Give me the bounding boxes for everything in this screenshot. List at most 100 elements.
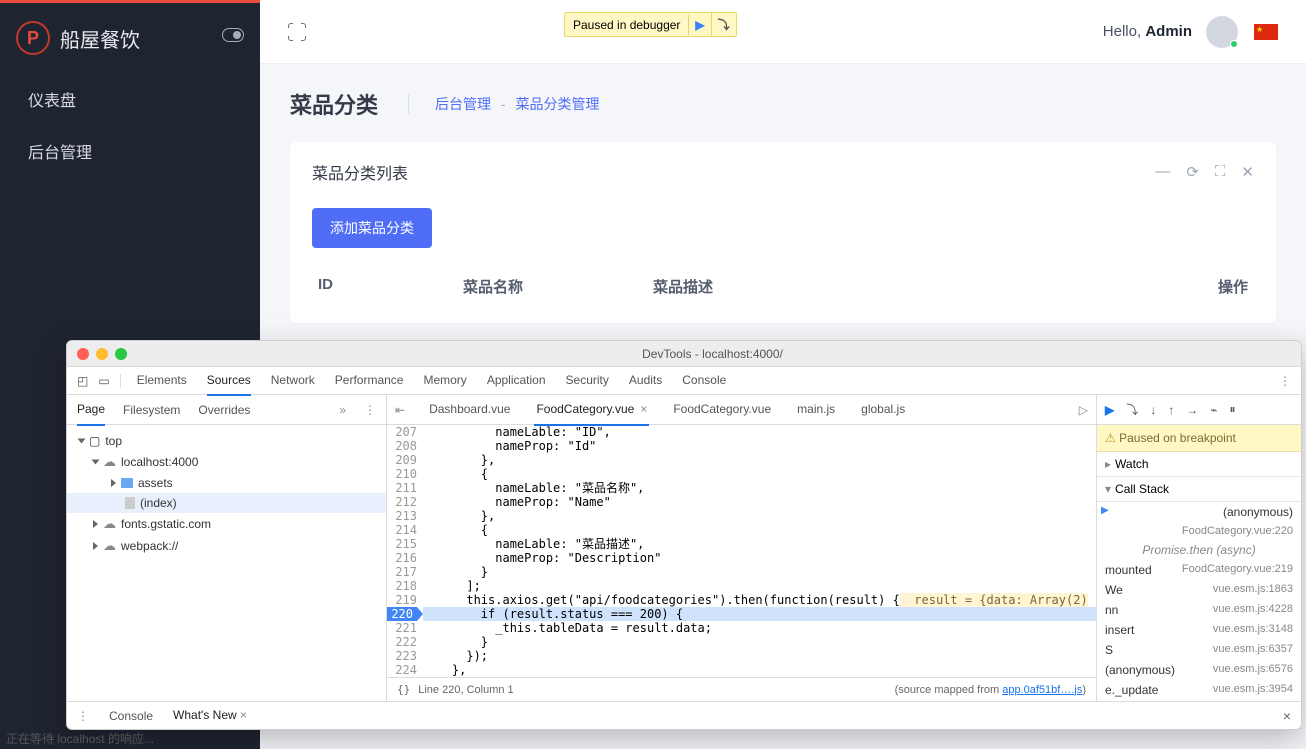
crumb-category[interactable]: 菜品分类管理 (515, 96, 599, 112)
avatar[interactable] (1206, 16, 1238, 48)
debugger-overlay: Paused in debugger ▶ ⤵ (564, 12, 737, 37)
pause-exceptions-icon[interactable]: ⏸ (1229, 402, 1235, 417)
debugger-panel: ▶ ⤵ ↓ ↑ → ⌁ ⏸ Paused on breakpoint ▸Watc… (1097, 395, 1301, 701)
navigator-more-icon[interactable]: » (339, 403, 346, 417)
page-header: 菜品分类 后台管理 - 菜品分类管理 (290, 88, 1276, 120)
paused-banner: Paused on breakpoint (1097, 425, 1301, 452)
app-main: Hello, Admin 菜品分类 后台管理 - 菜品分类管理 菜品分类列表 —… (260, 0, 1306, 340)
file-tree: ▢ top localhost:4000 assets (index) font… (67, 425, 386, 701)
stack-frame[interactable]: (anonymous)vue.esm.js:6576 (1097, 660, 1301, 680)
col-id: ID (318, 276, 333, 297)
tree-host[interactable]: localhost:4000 (67, 451, 386, 473)
step-over-icon[interactable]: ⤵ (1126, 401, 1138, 418)
step-out-icon[interactable]: ↑ (1168, 403, 1174, 417)
debugger-overlay-text: Paused in debugger (565, 15, 688, 35)
crumb-admin[interactable]: 后台管理 (435, 96, 491, 112)
file-tab[interactable]: Dashboard.vue (427, 395, 512, 426)
devtools-window: DevTools - localhost:4000/ ◰ ▭ Elements S… (66, 340, 1302, 730)
main-tab-network[interactable]: Network (271, 366, 315, 396)
stack-frame[interactable]: nnvue.esm.js:4228 (1097, 600, 1301, 620)
file-tab[interactable]: FoodCategory.vue (671, 395, 773, 426)
drawer-close-icon[interactable]: × (1283, 708, 1291, 724)
nav-admin[interactable]: 后台管理 (0, 125, 260, 177)
window-zoom-icon[interactable] (115, 348, 127, 360)
resume-icon[interactable]: ▶ (1105, 403, 1114, 417)
add-category-button[interactable]: 添加菜品分类 (312, 208, 432, 248)
hello-text: Hello, Admin (1103, 23, 1192, 40)
file-tab[interactable]: main.js (795, 395, 837, 426)
locale-flag[interactable] (1254, 24, 1278, 40)
source-map-link[interactable]: app.0af51bf….js (1002, 684, 1082, 696)
window-titlebar: DevTools - localhost:4000/ (67, 341, 1301, 367)
code-area[interactable]: 2072082092102112122132142152162172182192… (387, 425, 1096, 677)
nav-dashboard[interactable]: 仪表盘 (0, 73, 260, 125)
col-desc: 菜品描述 (653, 276, 713, 297)
navigator-panel: Page Filesystem Overrides » ⋮ ▢ top localh… (67, 395, 387, 701)
nav-subtab-filesystem[interactable]: Filesystem (123, 395, 180, 425)
window-title: DevTools - localhost:4000/ (134, 347, 1291, 361)
source-map-info: (source mapped from app.0af51bf….js) (895, 684, 1086, 696)
step-icon[interactable]: → (1186, 403, 1198, 417)
browser-status: 正在等待 localhost 的响应... (0, 728, 160, 749)
inspect-icon[interactable]: ◰ (77, 374, 88, 388)
card-close-icon[interactable]: ✕ (1241, 163, 1254, 181)
callstack-section[interactable]: ▾Call Stack (1097, 477, 1301, 502)
main-tab-sources[interactable]: Sources (207, 366, 251, 396)
overlay-resume-icon[interactable]: ▶ (688, 15, 710, 35)
main-tab-application[interactable]: Application (487, 366, 546, 396)
list-card: 菜品分类列表 — ⟳ ⛶ ✕ 添加菜品分类 ID 菜品名称 菜品描述 操作 (290, 142, 1276, 323)
file-tab[interactable]: FoodCategory.vue× (534, 395, 649, 426)
devtools-toolbar: ◰ ▭ Elements Sources Network Performance Mem… (67, 367, 1301, 395)
editor-footer: {} Line 220, Column 1 (source mapped from… (387, 677, 1096, 701)
drawer-tab-console[interactable]: Console (109, 702, 153, 730)
stack-frame[interactable]: Svue.esm.js:6357 (1097, 640, 1301, 660)
drawer-menu-icon[interactable]: ⋮ (77, 709, 89, 723)
overlay-step-icon[interactable]: ⤵ (711, 13, 736, 36)
topbar: Hello, Admin (260, 0, 1306, 64)
drawer-tab-whatsnew[interactable]: What's New × (173, 701, 247, 731)
brand: P 船屋餐饮 (0, 3, 260, 73)
nav-subtab-page[interactable]: Page (77, 395, 105, 426)
sidebar-toggle[interactable] (222, 28, 244, 42)
window-minimize-icon[interactable] (96, 348, 108, 360)
stack-frame[interactable]: insertvue.esm.js:3148 (1097, 620, 1301, 640)
main-tab-audits[interactable]: Audits (629, 366, 662, 396)
device-icon[interactable]: ▭ (98, 374, 109, 388)
file-tab[interactable]: global.js (859, 395, 907, 426)
brand-logo: P (16, 21, 50, 55)
watch-section[interactable]: ▸Watch (1097, 452, 1301, 477)
drawer: ⋮ Console What's New × × (67, 701, 1301, 729)
stack-frame[interactable]: mountedFoodCategory.vue:219 (1097, 560, 1301, 580)
main-tab-elements[interactable]: Elements (137, 366, 187, 396)
tree-index[interactable]: (index) (67, 493, 386, 513)
navigator-menu-icon[interactable]: ⋮ (364, 403, 376, 417)
page-title: 菜品分类 (290, 88, 378, 120)
table-header: ID 菜品名称 菜品描述 操作 (312, 268, 1254, 305)
step-into-icon[interactable]: ↓ (1150, 403, 1156, 417)
editor-panel: ⇤ Dashboard.vue FoodCategory.vue× FoodCate… (387, 395, 1097, 701)
window-close-icon[interactable] (77, 348, 89, 360)
status-dot (1230, 40, 1238, 48)
stack-frame[interactable]: Wevue.esm.js:1863 (1097, 580, 1301, 600)
stack-frame[interactable]: e._updatevue.esm.js:3954 (1097, 680, 1301, 700)
tree-fonts[interactable]: fonts.gstatic.com (67, 513, 386, 535)
main-tab-security[interactable]: Security (566, 366, 609, 396)
card-expand-icon[interactable]: ⛶ (1215, 163, 1226, 181)
cursor-position: Line 220, Column 1 (418, 684, 513, 696)
card-minimize-icon[interactable]: — (1155, 163, 1170, 181)
run-snippet-icon[interactable]: ▷ (1079, 403, 1088, 417)
main-tab-console[interactable]: Console (682, 366, 726, 396)
nav-back-icon[interactable]: ⇤ (395, 403, 405, 417)
pretty-print-icon[interactable]: {} (397, 683, 410, 696)
nav-subtab-overrides[interactable]: Overrides (198, 395, 250, 425)
deactivate-bp-icon[interactable]: ⌁ (1210, 403, 1217, 417)
more-icon[interactable]: ⋮ (1269, 374, 1301, 388)
tree-assets[interactable]: assets (67, 473, 386, 493)
card-refresh-icon[interactable]: ⟳ (1186, 163, 1199, 181)
main-tab-performance[interactable]: Performance (335, 366, 404, 396)
main-tab-memory[interactable]: Memory (423, 366, 466, 396)
stack-frame[interactable]: (anonymous) (1097, 502, 1301, 522)
tree-top[interactable]: ▢ top (67, 431, 386, 451)
fullscreen-icon[interactable] (288, 23, 306, 41)
tree-webpack[interactable]: webpack:// (67, 535, 386, 557)
